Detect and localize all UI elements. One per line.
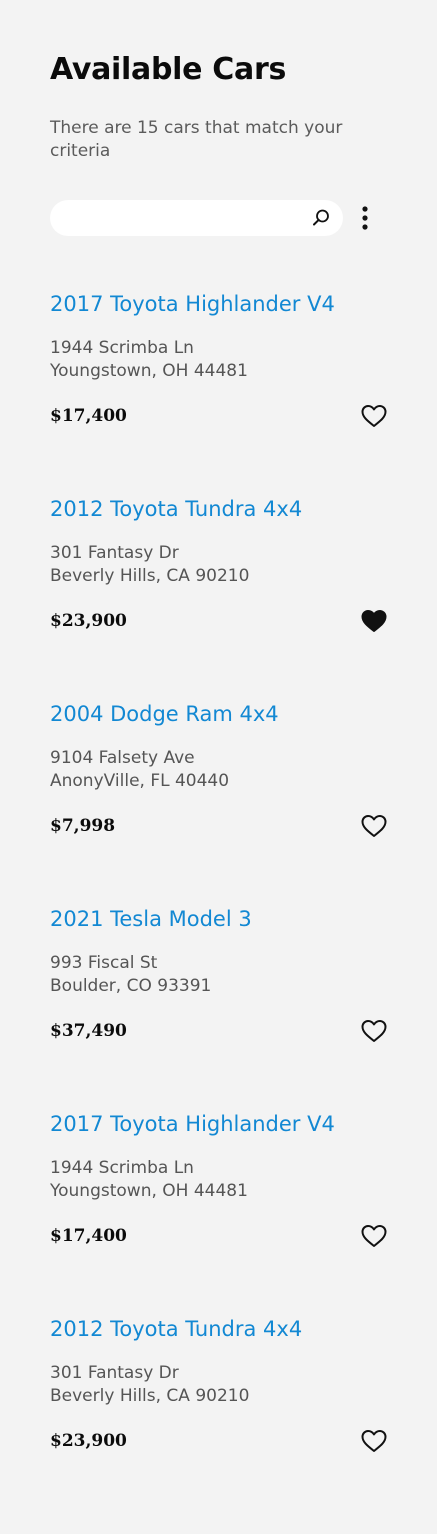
more-options-icon[interactable]: [355, 204, 375, 232]
car-address: 301 Fantasy Dr Beverly Hills, CA 90210: [50, 542, 249, 588]
page-title: Available Cars: [50, 52, 287, 87]
search-box[interactable]: [50, 200, 343, 236]
address-city: Beverly Hills, CA 90210: [50, 566, 250, 586]
car-price: $23,900: [50, 1431, 127, 1451]
search-icon[interactable]: [311, 208, 331, 228]
car-listing: 2012 Toyota Tundra 4x4 301 Fantasy Dr Be…: [50, 1315, 387, 1520]
address-city: AnonyVille, FL 40440: [50, 771, 230, 791]
car-listing: 2021 Tesla Model 3 993 Fiscal St Boulder…: [50, 905, 387, 1110]
page: Available Cars There are 15 cars that ma…: [0, 0, 437, 1534]
heart-outline-icon[interactable]: [361, 1019, 387, 1043]
address-street: 301 Fantasy Dr: [50, 543, 179, 563]
search-bar: [50, 200, 387, 236]
car-listing: 2017 Toyota Highlander V4 1944 Scrimba L…: [50, 1110, 387, 1315]
car-address: 993 Fiscal St Boulder, CO 93391: [50, 952, 211, 998]
car-address: 301 Fantasy Dr Beverly Hills, CA 90210: [50, 1362, 249, 1408]
car-address: 1944 Scrimba Ln Youngstown, OH 44481: [50, 1157, 248, 1203]
car-listing: 2017 Toyota Highlander V4 1944 Scrimba L…: [50, 290, 387, 495]
address-street: 1944 Scrimba Ln: [50, 338, 194, 358]
heart-filled-icon[interactable]: [361, 609, 387, 633]
address-city: Youngstown, OH 44481: [50, 1181, 248, 1201]
car-listing: 2004 Dodge Ram 4x4 9104 Falsety Ave Anon…: [50, 700, 387, 905]
address-city: Beverly Hills, CA 90210: [50, 1386, 250, 1406]
car-title-link[interactable]: 2017 Toyota Highlander V4: [50, 290, 335, 318]
address-street: 1944 Scrimba Ln: [50, 1158, 194, 1178]
car-price: $37,490: [50, 1021, 127, 1041]
results-count-text: There are 15 cars that match your criter…: [50, 118, 343, 161]
car-address: 1944 Scrimba Ln Youngstown, OH 44481: [50, 337, 248, 383]
car-listing: 2012 Toyota Tundra 4x4 301 Fantasy Dr Be…: [50, 495, 387, 700]
heart-outline-icon[interactable]: [361, 1224, 387, 1248]
car-title-link[interactable]: 2017 Toyota Highlander V4: [50, 1110, 335, 1138]
address-street: 9104 Falsety Ave: [50, 748, 195, 768]
address-city: Youngstown, OH 44481: [50, 361, 248, 381]
car-title-link[interactable]: 2004 Dodge Ram 4x4: [50, 700, 279, 728]
car-list: 2017 Toyota Highlander V4 1944 Scrimba L…: [50, 290, 387, 1520]
address-street: 993 Fiscal St: [50, 953, 158, 973]
heart-outline-icon[interactable]: [361, 404, 387, 428]
car-price: $17,400: [50, 406, 127, 426]
car-price: $17,400: [50, 1226, 127, 1246]
heart-outline-icon[interactable]: [361, 814, 387, 838]
car-price: $7,998: [50, 816, 116, 836]
address-street: 301 Fantasy Dr: [50, 1363, 179, 1383]
car-price: $23,900: [50, 611, 127, 631]
car-title-link[interactable]: 2021 Tesla Model 3: [50, 905, 252, 933]
car-title-link[interactable]: 2012 Toyota Tundra 4x4: [50, 495, 302, 523]
car-address: 9104 Falsety Ave AnonyVille, FL 40440: [50, 747, 229, 793]
heart-outline-icon[interactable]: [361, 1429, 387, 1453]
car-title-link[interactable]: 2012 Toyota Tundra 4x4: [50, 1315, 302, 1343]
search-input[interactable]: [66, 200, 301, 236]
address-city: Boulder, CO 93391: [50, 976, 212, 996]
